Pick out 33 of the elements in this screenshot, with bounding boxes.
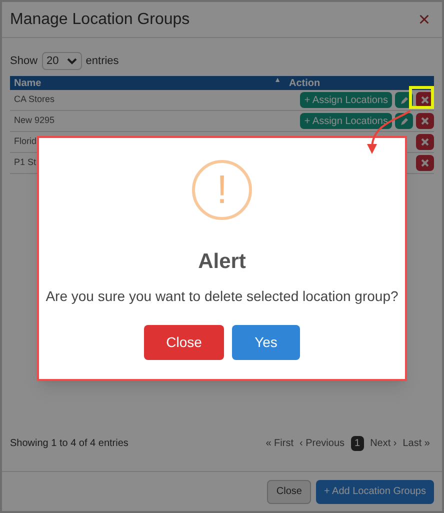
close-icon: [421, 96, 429, 104]
table-cell-text: CA Stores: [13, 93, 56, 106]
table-cell-text: Florid: [13, 135, 38, 148]
column-header[interactable]: Name: [14, 76, 42, 90]
assign-locations-button[interactable]: + Assign Locations: [300, 113, 392, 129]
close-button[interactable]: Close: [144, 324, 224, 360]
dialog-title: Manage Location Groups: [10, 10, 190, 30]
pagination-link[interactable]: Next ›: [370, 436, 397, 451]
alert-message: Are you sure you want to delete selected location group?: [46, 286, 398, 306]
alert-title: Alert: [198, 249, 246, 275]
table-cell-text: New 9295: [13, 114, 56, 128]
add-button[interactable]: + Add Location Groups: [316, 480, 434, 504]
pagination-link[interactable]: « First: [266, 436, 294, 451]
close-button[interactable]: Close: [267, 480, 311, 504]
warning-icon: !: [192, 160, 252, 220]
close-icon: [421, 138, 429, 146]
show-label: Show: [10, 54, 38, 69]
pencil-icon: [400, 96, 408, 104]
assign-locations-button[interactable]: + Assign Locations: [300, 92, 392, 108]
pagination-link[interactable]: 1: [350, 436, 364, 451]
pagination-link[interactable]: Last »: [402, 436, 430, 451]
chevron-down-icon: [66, 58, 77, 64]
pencil-icon: [400, 116, 408, 126]
yes-button[interactable]: Yes: [232, 324, 300, 360]
table-info: Showing 1 to 4 of 4 entries: [10, 437, 128, 451]
close-icon: [421, 117, 429, 125]
close-icon: [421, 159, 429, 167]
entries-label: entries: [86, 54, 119, 69]
highlight-annotation: [409, 86, 434, 109]
column-header: Action: [289, 78, 320, 88]
entries-select[interactable]: 20: [42, 52, 82, 70]
pagination-link[interactable]: ‹ Previous: [300, 436, 345, 451]
table-cell-text: P1 St: [13, 156, 38, 170]
